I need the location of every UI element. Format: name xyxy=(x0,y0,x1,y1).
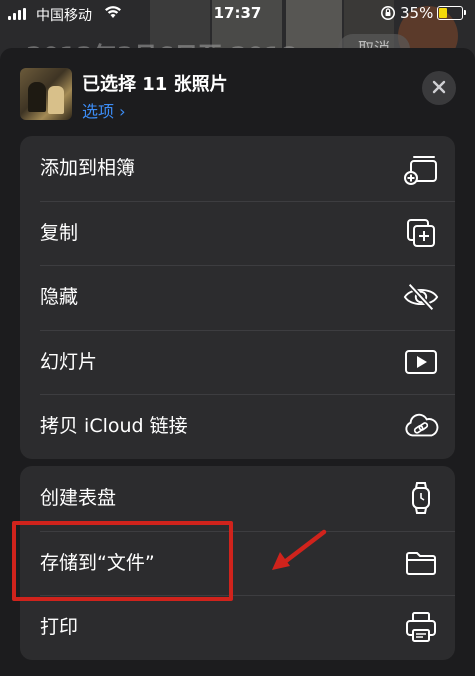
action-label: 复制 xyxy=(40,221,79,244)
screen: 2013年3月6日至 2018 取消 中国移动 17:37 xyxy=(0,0,475,676)
action-add-to-album[interactable]: 添加到相簿 xyxy=(20,136,455,201)
action-hide[interactable]: 隐藏 xyxy=(20,265,455,330)
battery-percent: 35% xyxy=(400,4,434,22)
eye-slash-icon xyxy=(403,279,439,315)
share-sheet-header: 已选择 11 张照片 选项 › xyxy=(0,48,475,140)
photo-preview-thumbnail xyxy=(20,68,72,120)
watch-icon xyxy=(403,480,439,516)
action-label: 隐藏 xyxy=(40,286,79,308)
close-icon xyxy=(432,79,446,98)
printer-icon xyxy=(403,609,439,645)
orientation-lock-icon xyxy=(380,5,396,25)
selection-title: 已选择 11 张照片 xyxy=(82,74,228,95)
action-label: 幻灯片 xyxy=(40,350,98,373)
annotation-highlight-box xyxy=(12,521,233,601)
action-print[interactable]: 打印 xyxy=(20,595,455,660)
folder-icon xyxy=(403,545,439,581)
link-cloud-icon xyxy=(403,408,439,444)
action-label: 拷贝 iCloud 链接 xyxy=(40,415,188,437)
action-duplicate[interactable]: 复制 xyxy=(20,200,455,266)
action-slideshow[interactable]: 幻灯片 xyxy=(20,329,455,395)
slideshow-icon xyxy=(403,344,439,380)
annotation-arrow-icon xyxy=(272,529,327,570)
actions-group-primary: 添加到相簿 复制 隐藏 幻灯片 拷贝 iCloud 链接 xyxy=(20,136,455,459)
status-bar: 中国移动 17:37 35% xyxy=(0,0,475,28)
action-label: 打印 xyxy=(40,616,79,638)
duplicate-icon xyxy=(403,215,439,251)
add-album-icon xyxy=(403,150,439,186)
close-button[interactable] xyxy=(422,71,456,105)
action-copy-icloud-link[interactable]: 拷贝 iCloud 链接 xyxy=(20,394,455,459)
battery-icon xyxy=(437,6,466,20)
options-link[interactable]: 选项 › xyxy=(82,98,126,122)
action-label: 添加到相簿 xyxy=(40,157,136,179)
